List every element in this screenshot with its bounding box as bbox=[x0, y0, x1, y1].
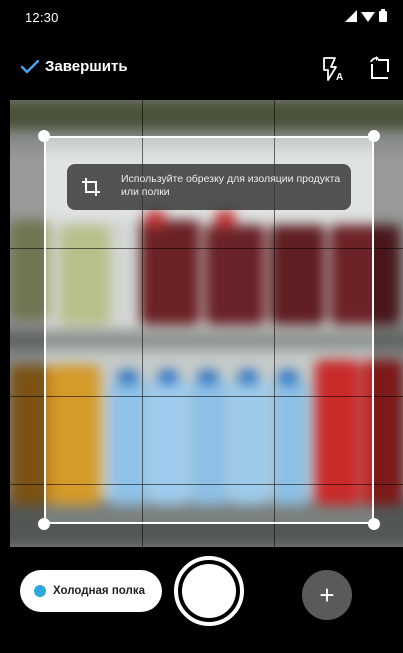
battery-icon bbox=[379, 9, 387, 22]
shelf-type-chip[interactable]: Холодная полка bbox=[20, 570, 162, 612]
done-label: Завершить bbox=[45, 58, 128, 75]
crop-icon bbox=[82, 178, 100, 196]
checkmark-icon bbox=[21, 59, 39, 73]
crop-dim-left bbox=[10, 136, 44, 524]
crop-hint-text: Используйте обрезку для изоляции продукт… bbox=[121, 173, 341, 198]
camera-viewport[interactable]: Используйте обрезку для изоляции продукт… bbox=[10, 100, 403, 547]
wifi-icon bbox=[361, 11, 375, 22]
status-time: 12:30 bbox=[25, 10, 59, 25]
crop-dim-top bbox=[10, 100, 403, 136]
crop-dim-right bbox=[374, 136, 403, 524]
crop-handle-bottom-right[interactable] bbox=[368, 518, 380, 530]
top-toolbar: Завершить A bbox=[0, 36, 403, 100]
bottom-controls: Холодная полка + bbox=[0, 547, 403, 653]
plus-icon: + bbox=[319, 580, 335, 610]
done-button[interactable]: Завершить bbox=[21, 58, 128, 75]
flash-auto-icon[interactable]: A bbox=[320, 56, 346, 82]
crop-handle-top-right[interactable] bbox=[368, 130, 380, 142]
shutter-inner bbox=[182, 564, 236, 618]
shelf-color-dot bbox=[34, 585, 46, 597]
status-bar: 12:30 bbox=[0, 0, 403, 36]
svg-text:A: A bbox=[336, 72, 343, 82]
phone-screen: 12:30 Завершить A Используйте обрезку дл… bbox=[0, 0, 403, 653]
crop-dim-bottom bbox=[10, 524, 403, 547]
signal-icon bbox=[345, 9, 357, 22]
shutter-button[interactable] bbox=[174, 556, 244, 626]
crop-handle-top-left[interactable] bbox=[38, 130, 50, 142]
crop-hint-tooltip: Используйте обрезку для изоляции продукт… bbox=[67, 164, 351, 210]
status-icons bbox=[345, 9, 387, 22]
crop-handle-bottom-left[interactable] bbox=[38, 518, 50, 530]
rotate-crop-icon[interactable] bbox=[368, 56, 392, 82]
shelf-chip-label: Холодная полка bbox=[53, 585, 145, 597]
add-button[interactable]: + bbox=[302, 570, 352, 620]
